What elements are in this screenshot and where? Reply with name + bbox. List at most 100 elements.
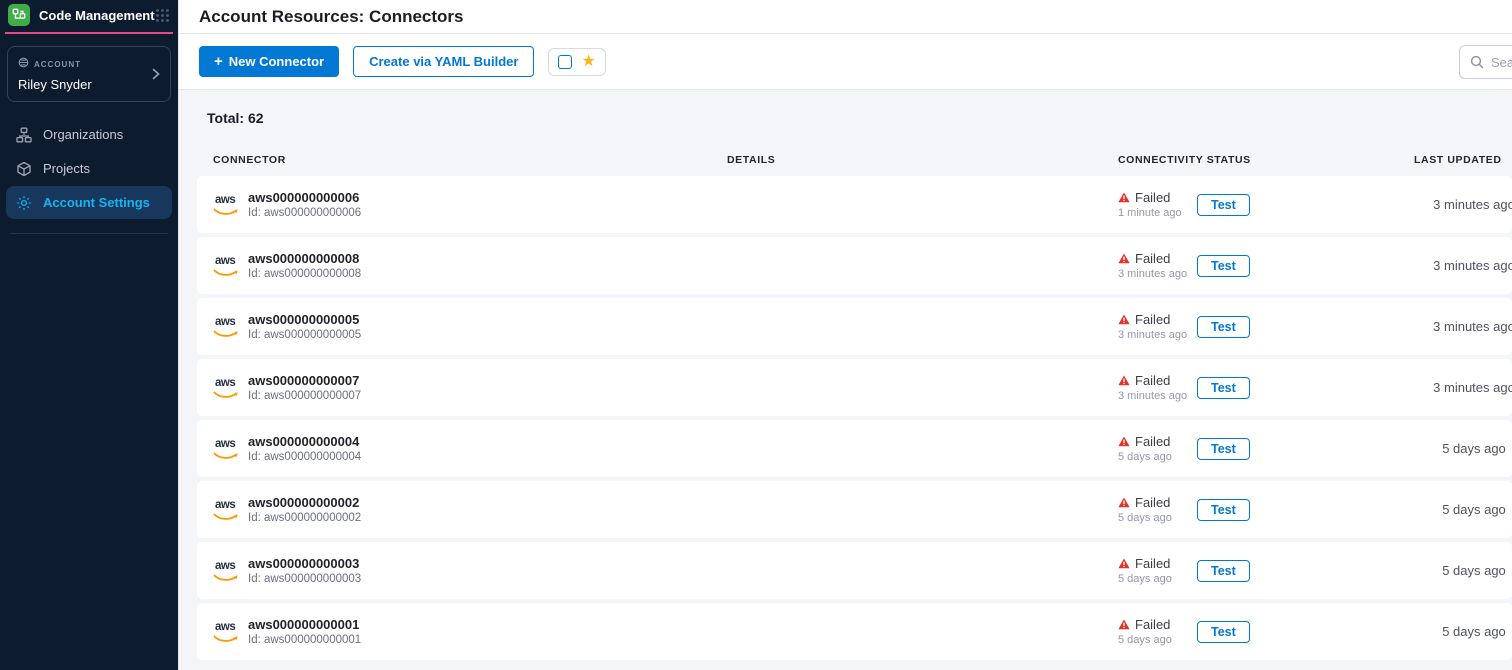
org-chart-icon bbox=[16, 127, 32, 143]
sidebar-item-organizations[interactable]: Organizations bbox=[6, 118, 172, 151]
account-scope-selector[interactable]: ACCOUNT Riley Snyder bbox=[7, 46, 171, 102]
account-scope-icon bbox=[18, 55, 29, 73]
table-row[interactable]: aws aws000000000004 Id: aws000000000004 bbox=[197, 420, 1512, 477]
connector-name: aws000000000005 bbox=[248, 312, 361, 327]
aws-logo-icon: aws bbox=[213, 621, 239, 643]
pink-accent-divider bbox=[5, 32, 173, 34]
test-button[interactable]: Test bbox=[1197, 255, 1250, 277]
sidebar-divider bbox=[10, 233, 168, 234]
failed-warning-icon bbox=[1118, 253, 1130, 264]
connectivity-status-cell: Failed 5 days ago Test bbox=[1118, 434, 1414, 463]
last-updated: 5 days ago bbox=[1414, 563, 1512, 578]
new-connector-button[interactable]: + New Connector bbox=[199, 46, 339, 77]
column-header-connectivity-status: CONNECTIVITY STATUS bbox=[1118, 154, 1414, 166]
status-time: 5 days ago bbox=[1118, 634, 1197, 646]
table-row[interactable]: aws aws000000000005 Id: aws000000000005 bbox=[197, 298, 1512, 355]
connector-id: Id: aws000000000008 bbox=[248, 268, 361, 280]
failed-warning-icon bbox=[1118, 619, 1130, 630]
last-updated: 5 days ago bbox=[1414, 624, 1512, 639]
column-header-details: DETAILS bbox=[727, 154, 1118, 166]
connectivity-status-cell: Failed 5 days ago Test bbox=[1118, 556, 1414, 585]
page-titlebar: Account Resources: Connectors bbox=[179, 0, 1512, 34]
sidebar-item-account-settings[interactable]: Account Settings bbox=[6, 186, 172, 219]
failed-warning-icon bbox=[1118, 314, 1130, 325]
favorites-checkbox[interactable] bbox=[558, 55, 572, 69]
page-title: Account Resources: Connectors bbox=[199, 7, 464, 27]
connector-name: aws000000000007 bbox=[248, 373, 361, 388]
test-button[interactable]: Test bbox=[1197, 499, 1250, 521]
test-button[interactable]: Test bbox=[1197, 438, 1250, 460]
last-updated: 3 minutes ago bbox=[1414, 197, 1512, 212]
chevron-right-icon bbox=[152, 68, 160, 80]
connectors-page-body: Total: 62 CONNECTOR DETAILS CONNECTIVITY… bbox=[179, 110, 1512, 660]
connector-name: aws000000000004 bbox=[248, 434, 361, 449]
connector-cell: aws aws000000000006 Id: aws000000000006 bbox=[213, 190, 727, 219]
test-button[interactable]: Test bbox=[1197, 194, 1250, 216]
table-row[interactable]: aws aws000000000002 Id: aws000000000002 bbox=[197, 481, 1512, 538]
connector-cell: aws aws000000000004 Id: aws000000000004 bbox=[213, 434, 727, 463]
code-management-logo-icon[interactable] bbox=[8, 4, 30, 26]
status-time: 5 days ago bbox=[1118, 451, 1197, 463]
module-grid-icon[interactable] bbox=[155, 8, 170, 23]
last-updated: 5 days ago bbox=[1414, 502, 1512, 517]
status-text: Failed bbox=[1135, 373, 1170, 388]
aws-logo-icon: aws bbox=[213, 438, 239, 460]
table-row[interactable]: aws aws000000000006 Id: aws000000000006 bbox=[197, 176, 1512, 233]
status-time: 5 days ago bbox=[1118, 512, 1197, 524]
connector-name: aws000000000001 bbox=[248, 617, 361, 632]
connector-name: aws000000000006 bbox=[248, 190, 361, 205]
aws-logo-icon: aws bbox=[213, 560, 239, 582]
gear-icon bbox=[16, 195, 32, 211]
star-icon[interactable]: ★ bbox=[581, 55, 595, 69]
aws-logo-icon: aws bbox=[213, 499, 239, 521]
connectivity-status-cell: Failed 3 minutes ago Test bbox=[1118, 373, 1414, 402]
app-title: Code Management bbox=[39, 8, 155, 23]
table-row[interactable]: aws aws000000000007 Id: aws000000000007 bbox=[197, 359, 1512, 416]
table-header-row: CONNECTOR DETAILS CONNECTIVITY STATUS LA… bbox=[197, 154, 1512, 166]
account-scope-label: ACCOUNT bbox=[34, 60, 81, 69]
connectivity-status-cell: Failed 5 days ago Test bbox=[1118, 617, 1414, 646]
test-button[interactable]: Test bbox=[1197, 621, 1250, 643]
sidebar-item-label: Account Settings bbox=[43, 195, 150, 210]
plus-icon: + bbox=[214, 54, 223, 69]
sidebar-header: Code Management bbox=[0, 0, 178, 26]
sidebar-nav: Organizations Projects Account Settings bbox=[0, 118, 178, 219]
status-text: Failed bbox=[1135, 617, 1170, 632]
test-button[interactable]: Test bbox=[1197, 560, 1250, 582]
aws-logo-icon: aws bbox=[213, 377, 239, 399]
status-time: 3 minutes ago bbox=[1118, 390, 1197, 402]
connector-table-body: aws aws000000000006 Id: aws000000000006 bbox=[197, 176, 1512, 660]
create-yaml-builder-button[interactable]: Create via YAML Builder bbox=[353, 46, 534, 77]
connector-cell: aws aws000000000008 Id: aws000000000008 bbox=[213, 251, 727, 280]
status-text: Failed bbox=[1135, 190, 1170, 205]
last-updated: 5 days ago bbox=[1414, 441, 1512, 456]
status-text: Failed bbox=[1135, 251, 1170, 266]
status-time: 5 days ago bbox=[1118, 573, 1197, 585]
status-time: 1 minute ago bbox=[1118, 207, 1197, 219]
table-row[interactable]: aws aws000000000003 Id: aws000000000003 bbox=[197, 542, 1512, 599]
table-row[interactable]: aws aws000000000008 Id: aws000000000008 bbox=[197, 237, 1512, 294]
connector-name: aws000000000003 bbox=[248, 556, 361, 571]
table-row[interactable]: aws aws000000000001 Id: aws000000000001 bbox=[197, 603, 1512, 660]
test-button[interactable]: Test bbox=[1197, 316, 1250, 338]
column-header-connector: CONNECTOR bbox=[213, 154, 727, 166]
search-input[interactable] bbox=[1491, 55, 1512, 70]
connector-id: Id: aws000000000001 bbox=[248, 634, 361, 646]
failed-warning-icon bbox=[1118, 375, 1130, 386]
sidebar-item-projects[interactable]: Projects bbox=[6, 152, 172, 185]
connector-cell: aws aws000000000003 Id: aws000000000003 bbox=[213, 556, 727, 585]
aws-logo-icon: aws bbox=[213, 316, 239, 338]
connector-name: aws000000000002 bbox=[248, 495, 361, 510]
connectivity-status-cell: Failed 3 minutes ago Test bbox=[1118, 251, 1414, 280]
status-text: Failed bbox=[1135, 434, 1170, 449]
status-text: Failed bbox=[1135, 495, 1170, 510]
connector-cell: aws aws000000000001 Id: aws000000000001 bbox=[213, 617, 727, 646]
connectivity-status-cell: Failed 5 days ago Test bbox=[1118, 495, 1414, 524]
failed-warning-icon bbox=[1118, 436, 1130, 447]
sidebar-item-label: Projects bbox=[43, 161, 90, 176]
test-button[interactable]: Test bbox=[1197, 377, 1250, 399]
connectivity-status-cell: Failed 1 minute ago Test bbox=[1118, 190, 1414, 219]
favorites-filter-group: ★ bbox=[548, 48, 605, 76]
status-text: Failed bbox=[1135, 556, 1170, 571]
total-count: Total: 62 bbox=[207, 110, 1512, 126]
